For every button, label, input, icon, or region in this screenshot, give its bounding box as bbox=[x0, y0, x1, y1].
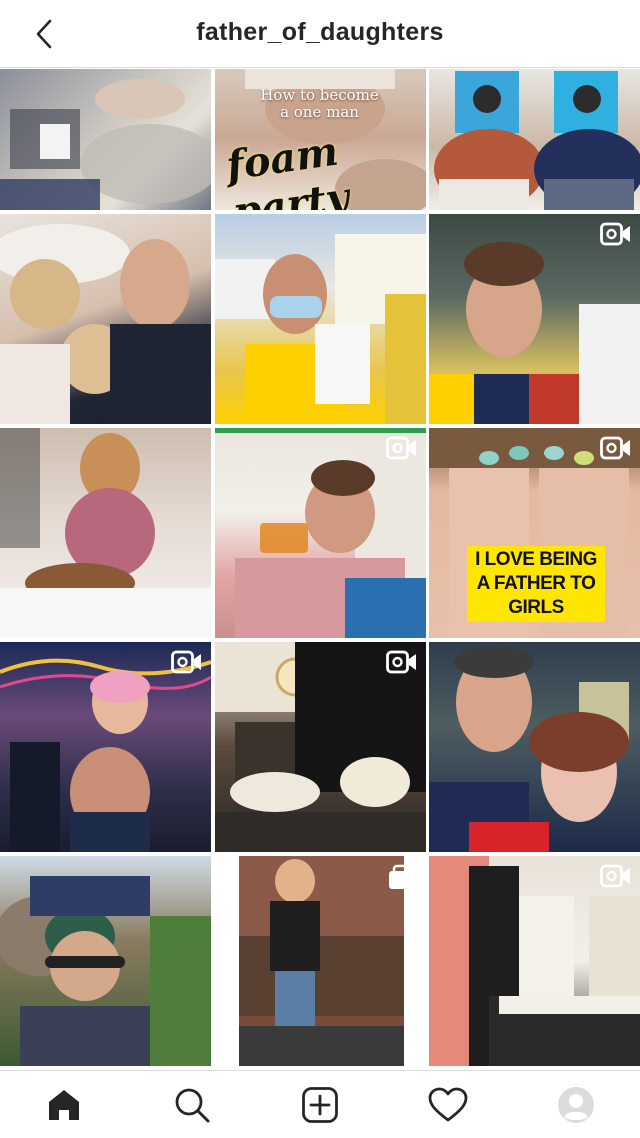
new-post-icon bbox=[302, 1086, 338, 1123]
post-thumbnail bbox=[434, 71, 640, 210]
post-tile-3[interactable] bbox=[429, 69, 640, 210]
post-caption: How to become a one man bbox=[260, 86, 379, 121]
post-tile-1[interactable] bbox=[0, 69, 211, 210]
post-tile-9[interactable]: I LOVE BEING A FATHER TO GIRLS bbox=[429, 428, 640, 638]
video-icon bbox=[600, 436, 630, 460]
nav-profile-button[interactable] bbox=[546, 1075, 606, 1135]
post-thumbnail bbox=[214, 234, 426, 424]
post-tile-5[interactable] bbox=[214, 214, 426, 424]
video-icon bbox=[600, 222, 630, 246]
nav-home-button[interactable] bbox=[34, 1075, 94, 1135]
post-tile-12[interactable] bbox=[429, 642, 640, 852]
post-tile-8[interactable] bbox=[214, 428, 426, 638]
video-icon bbox=[385, 436, 416, 460]
video-icon bbox=[171, 650, 201, 674]
post-tile-13[interactable] bbox=[0, 856, 211, 1066]
home-icon bbox=[49, 1089, 79, 1120]
search-icon bbox=[175, 1088, 210, 1122]
post-tile-6[interactable] bbox=[429, 214, 640, 424]
post-thumbnail bbox=[0, 79, 211, 210]
profile-avatar-icon bbox=[558, 1086, 594, 1123]
video-icon bbox=[385, 650, 416, 674]
post-sticker-text: I LOVE BEING A FATHER TO GIRLS bbox=[467, 546, 605, 622]
profile-header: father_of_daughters bbox=[0, 0, 640, 68]
profile-username: father_of_daughters bbox=[196, 18, 444, 46]
nav-activity-button[interactable] bbox=[418, 1075, 478, 1135]
post-tile-15[interactable] bbox=[429, 856, 640, 1066]
nav-search-button[interactable] bbox=[162, 1075, 222, 1135]
post-thumbnail bbox=[0, 428, 211, 638]
activity-heart-icon bbox=[428, 1087, 468, 1121]
bottom-navigation bbox=[0, 1070, 640, 1138]
post-tile-4[interactable] bbox=[0, 214, 211, 424]
post-thumbnail bbox=[429, 646, 629, 852]
carousel-icon bbox=[388, 864, 413, 889]
post-tile-14[interactable] bbox=[214, 856, 426, 1066]
post-tile-2[interactable]: How to become a one man foam party bbox=[214, 69, 426, 210]
post-tile-10[interactable] bbox=[0, 642, 211, 852]
post-thumbnail bbox=[0, 876, 211, 1066]
post-grid: How to become a one man foam party I LOV… bbox=[0, 69, 640, 1069]
nav-new-post-button[interactable] bbox=[290, 1075, 350, 1135]
post-tile-11[interactable] bbox=[214, 642, 426, 852]
post-tile-7[interactable] bbox=[0, 428, 211, 638]
video-icon bbox=[600, 864, 630, 888]
post-thumbnail bbox=[0, 224, 211, 424]
